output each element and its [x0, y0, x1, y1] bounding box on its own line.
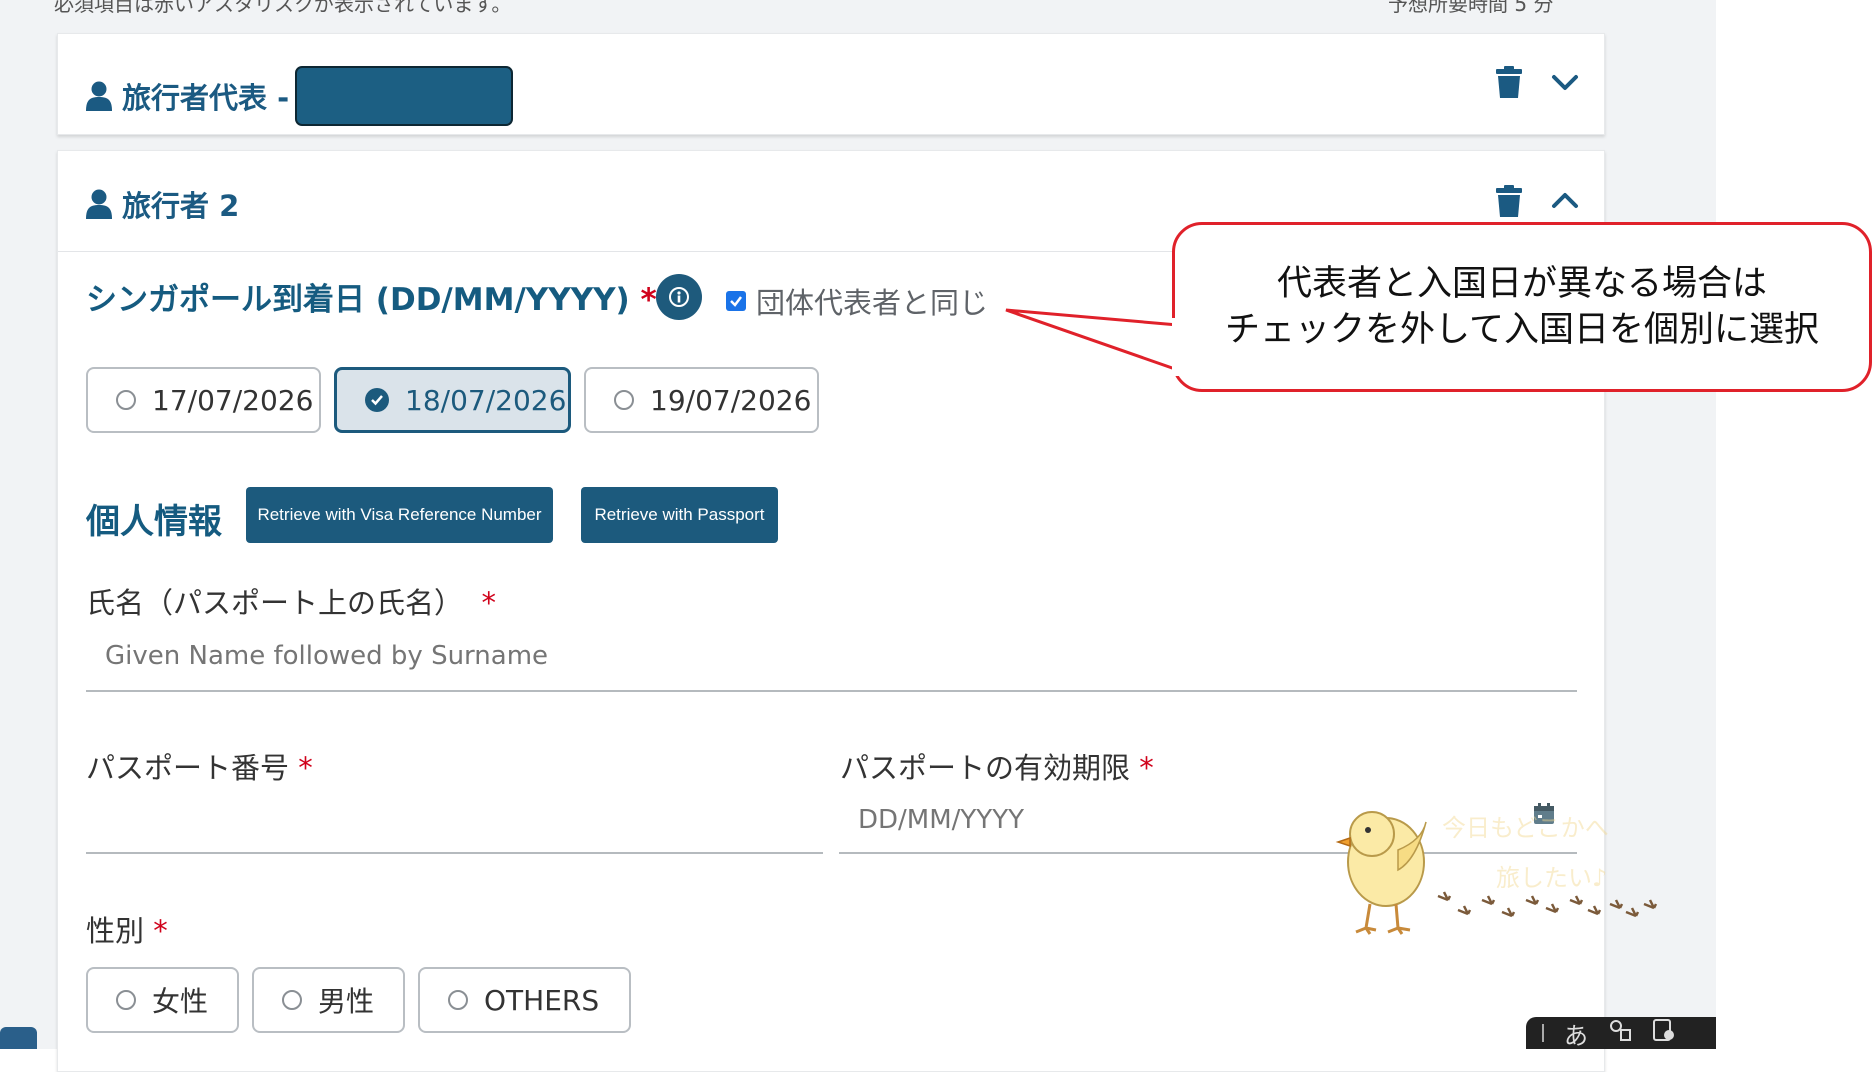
required-mark: * — [298, 751, 313, 785]
required-mark: * — [1139, 751, 1154, 785]
ime-kana[interactable]: あ — [1564, 1016, 1588, 1051]
same-as-group-label: 団体代表者と同じ — [756, 286, 989, 320]
date-label: 18/07/2026 — [405, 383, 567, 417]
gender-option-label: OTHERS — [484, 983, 600, 1017]
feedback-tab[interactable] — [0, 1027, 37, 1049]
trash-icon[interactable] — [1496, 185, 1522, 217]
watermark-text: 旅したい♪ — [1496, 864, 1608, 892]
gender-option-label: 女性 — [152, 985, 209, 1018]
gender-option-others[interactable]: OTHERS — [418, 967, 631, 1033]
passport-expiry-label: パスポートの有効期限 * — [840, 751, 1154, 785]
chevron-up-icon[interactable] — [1551, 191, 1579, 209]
retrieve-visa-button[interactable]: Retrieve with Visa Reference Number — [246, 487, 553, 543]
traveller-rep-title: 旅行者代表 - — [86, 66, 514, 126]
date-label: 17/07/2026 — [152, 383, 314, 417]
gender-option-female[interactable]: 女性 — [86, 967, 239, 1033]
arrival-date-option[interactable]: 19/07/2026 — [584, 367, 819, 433]
gender-option-label: 男性 — [318, 985, 375, 1018]
radio-icon — [282, 990, 302, 1010]
traveller-2-label: 旅行者 2 — [122, 189, 240, 223]
ime-separator — [1542, 1024, 1544, 1042]
passport-number-underline — [86, 852, 823, 854]
personal-info-heading: 個人情報 — [86, 502, 222, 542]
same-as-group-checkbox[interactable]: 団体代表者と同じ — [726, 280, 988, 322]
callout-joint — [1172, 318, 1180, 376]
radio-icon — [116, 390, 136, 410]
date-label: 19/07/2026 — [650, 383, 812, 417]
passport-number-input[interactable] — [105, 805, 805, 845]
ime-pad-icon[interactable] — [1608, 1018, 1632, 1048]
arrival-date-option-selected[interactable]: 18/07/2026 — [334, 367, 571, 433]
traveller-rep-label: 旅行者代表 - — [122, 81, 290, 115]
callout-line: チェックを外して入国日を個別に選択 — [1225, 310, 1819, 350]
name-label: 氏名（パスポート上の氏名） * — [86, 586, 496, 620]
gender-option-male[interactable]: 男性 — [252, 967, 405, 1033]
trash-icon[interactable] — [1496, 66, 1522, 98]
passport-number-label: パスポート番号 * — [86, 751, 313, 785]
traveller-rep-header[interactable]: 旅行者代表 - — [58, 34, 1604, 134]
required-mark: * — [640, 282, 657, 318]
radio-icon — [448, 990, 468, 1010]
gender-label: 性別 * — [86, 914, 168, 948]
radio-icon — [116, 990, 136, 1010]
info-icon[interactable] — [656, 274, 702, 320]
person-icon — [86, 189, 112, 219]
retrieve-passport-button[interactable]: Retrieve with Passport — [581, 487, 778, 543]
radio-icon — [614, 390, 634, 410]
passport-expiry-input[interactable]: DD/MM/YYYY — [858, 805, 1024, 835]
required-mark: * — [481, 586, 496, 620]
chevron-down-icon[interactable] — [1551, 74, 1579, 92]
annotation-callout: 代表者と入国日が異なる場合は チェックを外して入国日を個別に選択 — [1172, 222, 1872, 392]
traveller-2-title: 旅行者 2 — [86, 183, 239, 225]
required-mark: * — [153, 914, 168, 948]
watermark-text: 今日もどこかへ — [1442, 814, 1609, 842]
redacted-name-box — [295, 66, 514, 126]
name-input[interactable]: Given Name followed by Surname — [105, 641, 548, 671]
callout-line: 代表者と入国日が異なる場合は — [1276, 264, 1767, 304]
ime-tools-icon[interactable] — [1652, 1018, 1676, 1048]
estimated-time: 予想所要時間 5 分 — [1388, 0, 1554, 16]
arrival-date-option[interactable]: 17/07/2026 — [86, 367, 321, 433]
traveller-rep-panel: 旅行者代表 - — [57, 33, 1605, 135]
check-icon — [726, 291, 746, 311]
person-icon — [86, 81, 112, 111]
required-note: 必須項目は赤いアスタリスクが表示されています。 — [54, 0, 512, 16]
ime-toolbar: あ — [1526, 1016, 1716, 1051]
arrival-date-label: シンガポール到着日 (DD/MM/YYYY) * — [86, 282, 657, 318]
name-underline — [86, 690, 1577, 692]
check-circle-icon — [365, 388, 389, 412]
